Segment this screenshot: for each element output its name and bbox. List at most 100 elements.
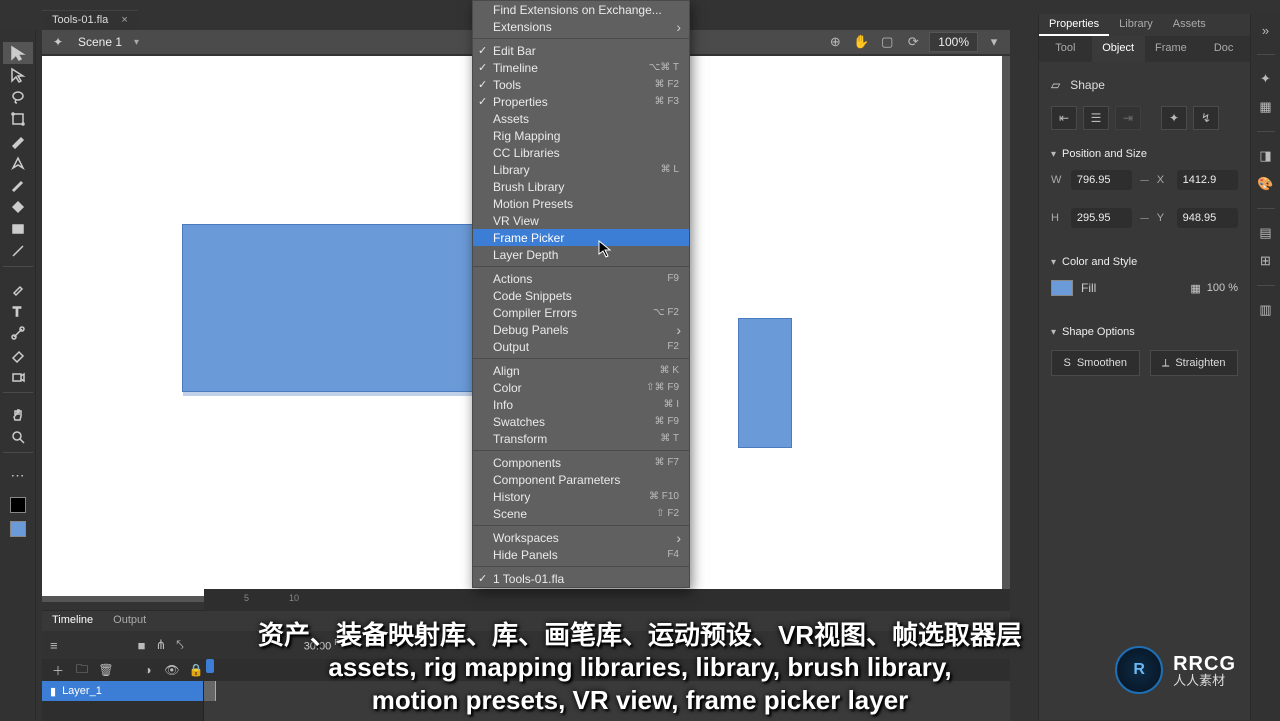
menu-item[interactable]: Tools⌘ F2 bbox=[473, 76, 689, 93]
straighten-button[interactable]: ⟂Straighten bbox=[1150, 350, 1239, 376]
tab-properties[interactable]: Properties bbox=[1039, 14, 1109, 36]
selection-tool[interactable] bbox=[3, 42, 33, 64]
zoom-field[interactable]: 100% bbox=[929, 32, 978, 52]
bone-tool[interactable] bbox=[3, 322, 33, 344]
align-more-icon[interactable]: ↯ bbox=[1193, 106, 1219, 130]
link-icon[interactable]: ─ bbox=[1140, 211, 1149, 225]
layer-name[interactable]: Layer_1 bbox=[62, 685, 102, 697]
graph-icon[interactable]: ⤣ bbox=[176, 637, 183, 653]
line-tool[interactable] bbox=[3, 240, 33, 262]
transform-tool[interactable] bbox=[3, 108, 33, 130]
menu-item[interactable]: Edit Bar bbox=[473, 42, 689, 59]
tab-output[interactable]: Output bbox=[103, 611, 156, 631]
menu-item[interactable]: Components⌘ F7 bbox=[473, 454, 689, 471]
panel-menu-icon[interactable]: » bbox=[1256, 20, 1276, 40]
menu-item[interactable]: Brush Library bbox=[473, 178, 689, 195]
center-stage-icon[interactable]: ⊕ bbox=[825, 32, 845, 52]
menu-item[interactable]: Motion Presets bbox=[473, 195, 689, 212]
tab-timeline[interactable]: Timeline bbox=[42, 611, 103, 631]
menu-item[interactable]: Frame Picker bbox=[473, 229, 689, 246]
align-center-icon[interactable]: ☰ bbox=[1083, 106, 1109, 130]
timeline-menu-icon[interactable]: ≡ bbox=[50, 638, 58, 653]
chevron-down-icon[interactable]: ▾ bbox=[134, 37, 139, 48]
menu-item[interactable]: Debug Panels bbox=[473, 321, 689, 338]
timeline-ruler[interactable]: 5 10 bbox=[204, 589, 1010, 611]
scene-home-icon[interactable]: ✦ bbox=[50, 34, 66, 50]
menu-item[interactable]: Library⌘ L bbox=[473, 161, 689, 178]
fill-color[interactable] bbox=[3, 518, 33, 540]
align-left-icon[interactable]: ⇤ bbox=[1051, 106, 1077, 130]
document-tab[interactable]: Tools-01.fla × bbox=[42, 10, 138, 29]
rectangle-tool[interactable] bbox=[3, 218, 33, 240]
strip-icon[interactable]: ▤ bbox=[1256, 223, 1276, 243]
strip-icon[interactable]: 🎨 bbox=[1256, 174, 1276, 194]
clip-icon[interactable]: ▢ bbox=[877, 32, 897, 52]
keyframe[interactable] bbox=[204, 681, 216, 701]
field-y[interactable]: 948.95 bbox=[1177, 208, 1238, 228]
menu-item[interactable]: OutputF2 bbox=[473, 338, 689, 355]
scene-name[interactable]: Scene 1 bbox=[78, 35, 122, 49]
menu-item[interactable]: Layer Depth bbox=[473, 246, 689, 263]
highlight-icon[interactable]: ◑ bbox=[140, 663, 156, 677]
close-icon[interactable]: × bbox=[121, 14, 127, 26]
menu-item[interactable]: ActionsF9 bbox=[473, 270, 689, 287]
menu-item[interactable]: History⌘ F10 bbox=[473, 488, 689, 505]
text-tool[interactable]: T bbox=[3, 300, 33, 322]
menu-item[interactable]: Scene⇧ F2 bbox=[473, 505, 689, 522]
zoom-tool[interactable] bbox=[3, 426, 33, 448]
strip-icon[interactable]: ▦ bbox=[1256, 97, 1276, 117]
fps-field[interactable]: 30.00 FPS bbox=[304, 638, 350, 653]
subtab-frame[interactable]: Frame bbox=[1145, 36, 1198, 62]
stroke-color[interactable] bbox=[3, 494, 33, 516]
paint-bucket-tool[interactable] bbox=[3, 196, 33, 218]
distribute-icon[interactable]: ✦ bbox=[1161, 106, 1187, 130]
field-height[interactable]: 295.95 bbox=[1071, 208, 1132, 228]
folder-icon[interactable]: 🗀 bbox=[74, 660, 90, 681]
pen-tool[interactable] bbox=[3, 152, 33, 174]
shape-rectangle[interactable] bbox=[182, 224, 488, 392]
eyedropper-tool[interactable] bbox=[3, 278, 33, 300]
shape-rectangle[interactable] bbox=[738, 318, 792, 448]
pencil-tool[interactable] bbox=[3, 174, 33, 196]
lasso-tool[interactable] bbox=[3, 86, 33, 108]
strip-icon[interactable]: ▥ bbox=[1256, 300, 1276, 320]
rotate-icon[interactable]: ⟳ bbox=[903, 32, 923, 52]
section-color-style[interactable]: Color and Style bbox=[1049, 246, 1240, 274]
smoothen-button[interactable]: SSmoothen bbox=[1051, 350, 1140, 376]
tab-assets[interactable]: Assets bbox=[1163, 14, 1216, 36]
visibility-icon[interactable]: 👁 bbox=[164, 663, 180, 677]
menu-item[interactable]: Extensions bbox=[473, 18, 689, 35]
menu-item[interactable]: Swatches⌘ F9 bbox=[473, 413, 689, 430]
menu-item[interactable]: Transform⌘ T bbox=[473, 430, 689, 447]
menu-item[interactable]: Rig Mapping bbox=[473, 127, 689, 144]
layer-parent-icon[interactable]: ⋔ bbox=[155, 637, 166, 653]
strip-icon[interactable]: ◨ bbox=[1256, 146, 1276, 166]
subtab-object[interactable]: Object bbox=[1092, 36, 1145, 62]
menu-item[interactable]: Timeline⌥⌘ T bbox=[473, 59, 689, 76]
field-width[interactable]: 796.95 bbox=[1071, 170, 1132, 190]
menu-item[interactable]: Compiler Errors⌥ F2 bbox=[473, 304, 689, 321]
fill-swatch[interactable] bbox=[1051, 280, 1073, 296]
menu-item[interactable]: Code Snippets bbox=[473, 287, 689, 304]
align-right-icon[interactable]: ⇥ bbox=[1115, 106, 1141, 130]
field-x[interactable]: 1412.9 bbox=[1177, 170, 1238, 190]
section-shape-options[interactable]: Shape Options bbox=[1049, 316, 1240, 344]
eraser-tool[interactable] bbox=[3, 344, 33, 366]
menu-item[interactable]: Properties⌘ F3 bbox=[473, 93, 689, 110]
chevron-down-icon[interactable]: ▾ bbox=[984, 32, 1004, 52]
menu-item[interactable]: Find Extensions on Exchange... bbox=[473, 1, 689, 18]
camera-tool[interactable] bbox=[3, 366, 33, 388]
opacity-pattern-icon[interactable]: ▦ bbox=[1190, 282, 1200, 295]
subtab-tool[interactable]: Tool bbox=[1039, 36, 1092, 62]
more-tools-icon[interactable]: ⋯ bbox=[3, 464, 33, 486]
delete-layer-icon[interactable]: 🗑 bbox=[98, 663, 114, 677]
menu-item[interactable]: Align⌘ K bbox=[473, 362, 689, 379]
add-layer-icon[interactable]: ＋ bbox=[50, 662, 66, 679]
brush-tool[interactable] bbox=[3, 130, 33, 152]
menu-item[interactable]: CC Libraries bbox=[473, 144, 689, 161]
opacity-value[interactable]: 100 % bbox=[1207, 282, 1238, 294]
layer-row[interactable]: ▮ Layer_1 bbox=[42, 681, 203, 701]
menu-item[interactable]: 1 Tools-01.fla bbox=[473, 570, 689, 587]
menu-item[interactable]: Hide PanelsF4 bbox=[473, 546, 689, 563]
tab-library[interactable]: Library bbox=[1109, 14, 1163, 36]
